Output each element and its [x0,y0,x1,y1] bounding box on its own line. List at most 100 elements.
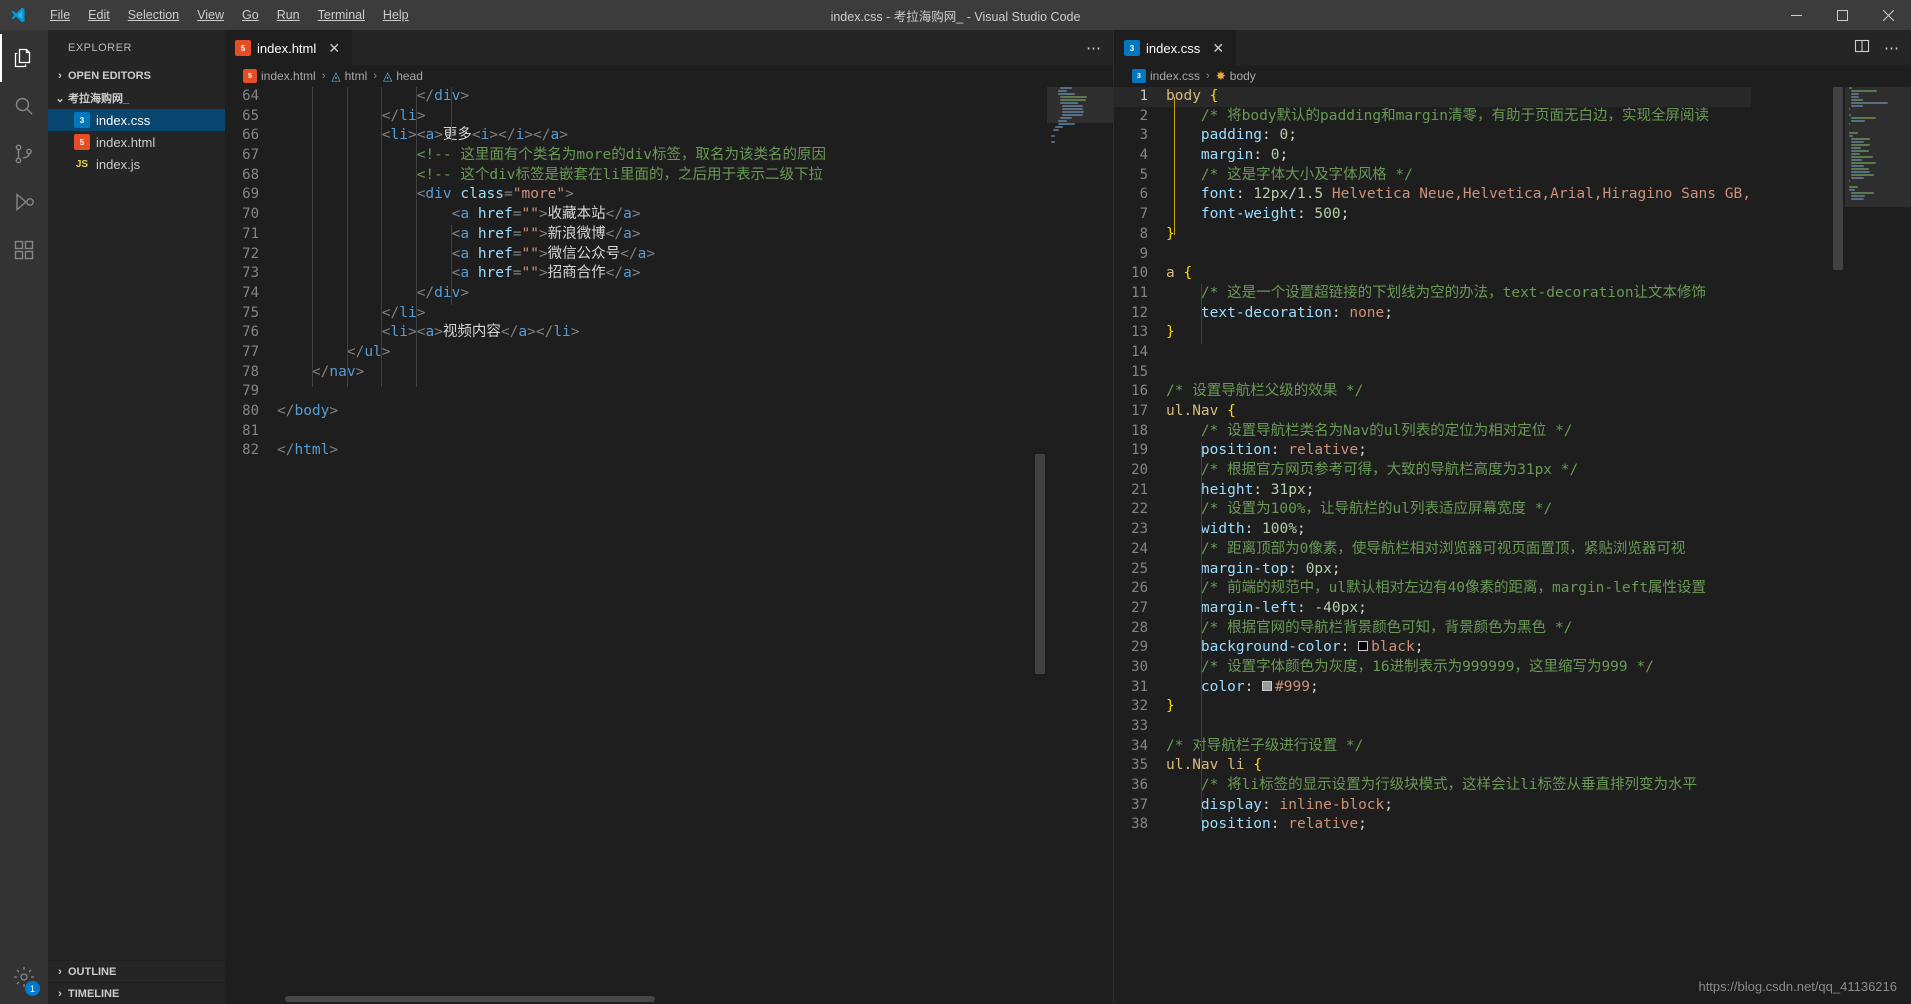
more-actions-icon[interactable]: ⋯ [1086,39,1101,57]
code-lines-right: 1 body {2 /* 将body默认的padding和margin清零，有助于… [1114,87,1751,835]
minimap-line [1051,132,1109,134]
line-text: margin: 0; [1200,147,1289,164]
line-number: 4 [1139,147,1148,164]
minimap-left[interactable] [1047,87,1113,1004]
minimize-button[interactable] [1773,0,1819,30]
menu-item-file[interactable]: File [41,0,79,30]
chevron-right-icon: › [58,987,62,1000]
breadcrumb-file[interactable]: index.html [261,69,316,83]
symbol-icon: ◬ [382,69,393,83]
line-text: color: #999; [1200,678,1319,695]
vertical-scrollbar-left[interactable] [1033,87,1047,1004]
explorer-sidebar: EXPLORER › OPEN EDITORS ⌄ 考拉海购网_ 3 index… [48,30,225,1004]
sidebar-panel-outline[interactable]: › OUTLINE [48,960,225,982]
line-number: 79 [242,383,259,400]
tab-bar-left[interactable]: 5 index.html ✕ ⋯ [225,30,1113,65]
line-number: 1 [1139,88,1148,104]
sidebar-file-index-css[interactable]: 3 index.css [48,109,225,131]
code-line: 77 </ul> [225,343,826,363]
indent-guide [1200,442,1202,822]
symbol-icon: ◬ [331,69,341,83]
chevron-down-icon: ⌄ [55,92,65,105]
code-content-left[interactable]: 64 </div>65 </li>66 <li><a>更多<i></i></a>… [225,87,1047,1004]
menu-bar[interactable]: File Edit Selection View Go Run Terminal… [41,0,418,30]
vertical-scrollbar-right[interactable] [1831,87,1845,1004]
close-icon[interactable]: ✕ [1210,40,1226,57]
folder-name-label: 考拉海购网_ [68,93,130,105]
menu-item-go[interactable]: Go [233,0,268,30]
tab-index-css[interactable]: 3 index.css ✕ [1114,30,1238,65]
code-line: 28 /* 根据官网的导航栏背景颜色可知，背景颜色为黑色 */ [1114,619,1751,639]
line-number: 5 [1139,166,1148,183]
menu-item-terminal[interactable]: Terminal [309,0,374,30]
maximize-button[interactable] [1819,0,1865,30]
line-text: font-weight: 500; [1200,206,1350,223]
tab-index-html[interactable]: 5 index.html ✕ [225,30,354,65]
code-content-right[interactable]: 1 body {2 /* 将body默认的padding和margin清零，有助于… [1114,87,1845,1004]
line-text: <li><a>视频内容</a></li> [381,324,580,341]
search-icon[interactable] [0,82,48,130]
code-line: 21 height: 31px; [1114,481,1751,501]
split-editor-icon[interactable] [1854,38,1870,58]
breadcrumb-symbol[interactable]: body [1230,69,1256,83]
sidebar-file-index-html[interactable]: 5 index.html [48,131,225,153]
settings-gear-icon[interactable]: 1 [0,956,48,1004]
close-icon[interactable]: ✕ [326,40,342,57]
sidebar-file-label: index.js [96,156,141,172]
menu-item-view[interactable]: View [188,0,233,30]
line-number: 75 [242,304,259,321]
breadcrumb-symbol[interactable]: head [396,69,423,83]
close-button[interactable] [1865,0,1911,30]
explorer-tree[interactable]: › OPEN EDITORS ⌄ 考拉海购网_ 3 index.css 5 in… [48,65,225,960]
menu-item-edit[interactable]: Edit [79,0,119,30]
breadcrumb-right[interactable]: 3 index.css › ✸ body [1114,65,1911,87]
breadcrumb-symbol[interactable]: html [345,69,368,83]
line-text: } [1166,698,1175,715]
line-number: 6 [1139,186,1148,203]
menu-item-help[interactable]: Help [374,0,418,30]
line-text: /* 前端的规范中，ul默认相对左边有40像素的距离，margin-left属性… [1200,580,1707,597]
menu-terminal-label: Terminal [317,8,365,22]
editor-group-left: 5 index.html ✕ ⋯ 5 index.html › ◬ html ›… [225,30,1113,1004]
tab-actions-right[interactable]: ⋯ [1854,30,1911,65]
menu-item-selection[interactable]: Selection [119,0,188,30]
html-file-icon: 5 [74,134,90,150]
activity-bar[interactable]: 1 [0,30,48,1004]
sidebar-section-open-editors[interactable]: › OPEN EDITORS [48,65,225,87]
sidebar-panel-timeline[interactable]: › TIMELINE [48,982,225,1004]
line-number: 3 [1139,127,1148,144]
code-line: 16 /* 设置导航栏父级的效果 */ [1114,382,1751,402]
line-number: 65 [242,107,259,124]
source-control-icon[interactable] [0,130,48,178]
minimap-line [1055,126,1063,128]
explorer-icon[interactable] [0,34,48,82]
sidebar-section-folder[interactable]: ⌄ 考拉海购网_ [48,87,225,109]
line-text: ul.Nav li { [1166,757,1263,774]
run-debug-icon[interactable] [0,178,48,226]
line-number: 71 [242,225,259,242]
code-line: 29 background-color: black; [1114,638,1751,658]
chevron-right-icon: › [58,965,62,978]
tab-bar-right[interactable]: 3 index.css ✕ ⋯ [1114,30,1911,65]
color-swatch[interactable] [1262,680,1273,691]
line-text: <a href="">招商合作</a> [451,265,641,282]
sidebar-file-index-js[interactable]: JS index.js [48,153,225,175]
menu-item-run[interactable]: Run [268,0,309,30]
bracket-pair-guide [1174,97,1175,235]
js-file-icon: JS [75,158,89,170]
tab-actions-left[interactable]: ⋯ [1086,30,1113,65]
horizontal-scrollbar-left[interactable] [225,994,1047,1004]
code-line: 80 </body> [225,402,826,422]
more-actions-icon[interactable]: ⋯ [1884,39,1899,57]
minimap-right[interactable] [1845,87,1911,1004]
line-number: 24 [1131,540,1148,557]
extensions-icon[interactable] [0,226,48,274]
chevron-right-icon: › [1206,70,1210,82]
color-swatch[interactable] [1358,641,1369,652]
code-line: 5 /* 这是字体大小及字体风格 */ [1114,166,1751,186]
line-number: 16 [1131,383,1148,400]
window-controls[interactable] [1773,0,1911,30]
breadcrumb-left[interactable]: 5 index.html › ◬ html › ◬ head [225,65,1113,87]
breadcrumb-file[interactable]: index.css [1150,69,1200,83]
code-line: 81 [225,422,826,442]
